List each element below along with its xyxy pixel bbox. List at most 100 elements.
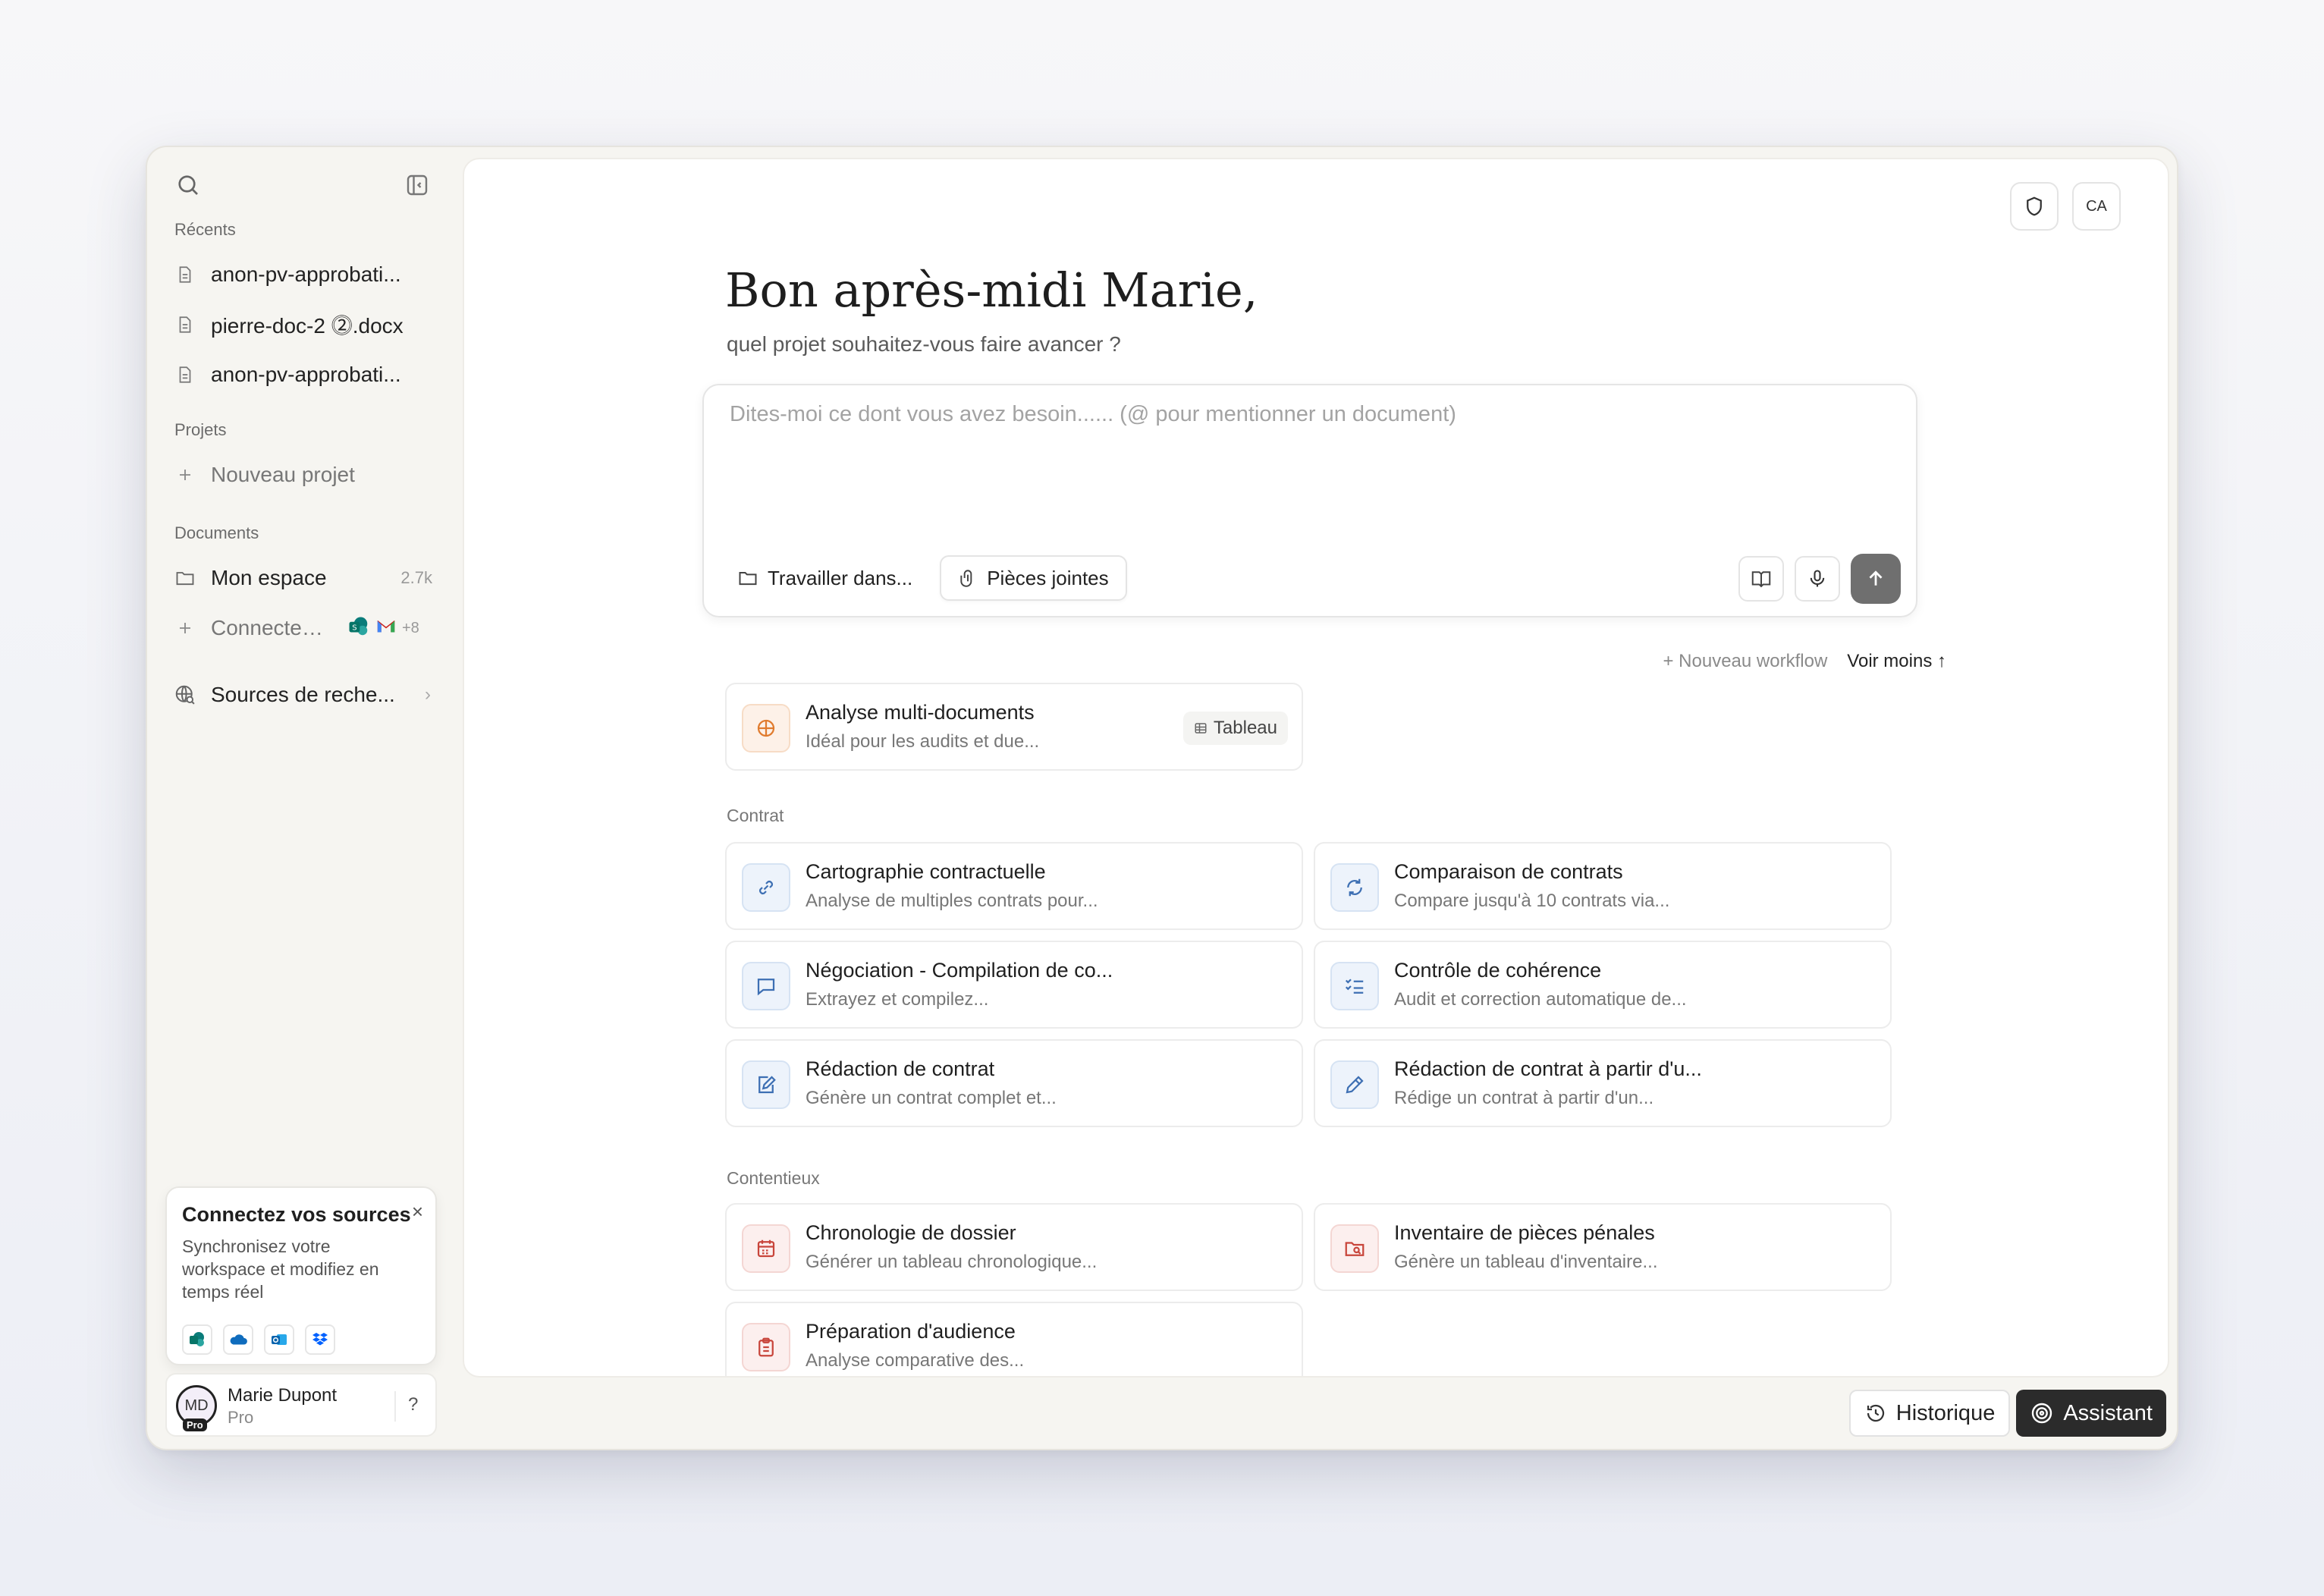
user-profile[interactable]: MD Pro Marie Dupont Pro ? (165, 1373, 437, 1437)
workflow-desc: Analyse de multiples contrats pour... (806, 891, 1098, 911)
onedrive-icon[interactable] (223, 1324, 253, 1355)
gmail-icon (375, 615, 397, 642)
recent-item[interactable]: anon-pv-approbati... (165, 353, 440, 396)
paperclip-icon (960, 570, 972, 587)
new-project-label: Nouveau projet (211, 463, 355, 486)
main-panel: CA Bon après-midi Marie, quel projet sou… (463, 158, 2169, 1378)
message-icon (742, 962, 790, 1010)
connect-sources-item[interactable]: Connecter ... S +8 (165, 607, 440, 649)
workflow-card[interactable]: Cartographie contractuelle Analyse de mu… (725, 842, 1303, 930)
workflow-card[interactable]: Chronologie de dossier Générer un tablea… (725, 1203, 1303, 1291)
workflow-title: Inventaire de pièces pénales (1394, 1221, 1655, 1244)
link-icon (742, 863, 790, 912)
recent-item-label: pierre-doc-2 ⓶.docx (211, 314, 404, 338)
workflow-title: Négociation - Compilation de co... (806, 959, 1113, 982)
show-less-button[interactable]: Voir moins ↑ (1847, 651, 1946, 672)
sharepoint-icon[interactable] (182, 1324, 212, 1355)
plan-badge: Pro (183, 1418, 207, 1431)
workflow-card[interactable]: Rédaction de contrat à partir d'u... Réd… (1314, 1039, 1892, 1127)
collapse-sidebar-icon[interactable] (404, 171, 431, 199)
clipboard-icon (742, 1323, 790, 1371)
workflow-desc: Génère un tableau d'inventaire... (1394, 1252, 1658, 1272)
research-sources-label: Sources de reche... (211, 683, 395, 706)
plus-icon (173, 463, 197, 487)
close-icon[interactable]: × (412, 1200, 423, 1224)
promo-title: Connectez vos sources (182, 1203, 411, 1226)
workflow-card[interactable]: Comparaison de contrats Compare jusqu'à … (1314, 842, 1892, 930)
workflow-desc: Compare jusqu'à 10 contrats via... (1394, 891, 1670, 911)
arrow-up-icon (1869, 570, 1883, 586)
workflow-title: Préparation d'audience (806, 1320, 1016, 1343)
prompt-input[interactable]: Dites-moi ce dont vous avez besoin......… (730, 402, 1456, 427)
workflow-card-multi-documents[interactable]: Analyse multi-documents Idéal pour les a… (725, 683, 1303, 771)
file-icon (173, 262, 197, 287)
microphone-icon (1810, 570, 1825, 587)
workflow-desc: Analyse comparative des... (806, 1350, 1025, 1371)
folder-icon (173, 566, 197, 590)
refresh-icon (1330, 863, 1379, 912)
workflow-desc: Génère un contrat complet et... (806, 1088, 1057, 1108)
workflow-title: Analyse multi-documents (806, 701, 1035, 724)
workflow-card[interactable]: Rédaction de contrat Génère un contrat c… (725, 1039, 1303, 1127)
more-connectors-count: +8 (402, 619, 419, 636)
chevron-right-icon: › (425, 684, 431, 705)
user-name: Marie Dupont (228, 1385, 338, 1406)
workflow-card[interactable]: Négociation - Compilation de co... Extra… (725, 941, 1303, 1029)
new-workflow-button[interactable]: + Nouveau workflow (1663, 651, 1828, 672)
attachments-button[interactable]: Pièces jointes (940, 555, 1127, 601)
history-button[interactable]: Historique (1848, 1390, 2011, 1437)
globe-search-icon (173, 683, 197, 707)
recent-item-label: anon-pv-approbati... (211, 262, 401, 286)
folder-icon (739, 572, 757, 586)
plus-icon (173, 616, 197, 640)
workflow-title: Rédaction de contrat à partir d'u... (1394, 1057, 1702, 1080)
dropbox-icon[interactable] (305, 1324, 335, 1355)
shield-icon (2027, 196, 2042, 216)
recent-item[interactable]: anon-pv-approbati... (165, 253, 440, 296)
new-project-button[interactable]: Nouveau projet (165, 454, 440, 496)
workflow-title: Comparaison de contrats (1394, 860, 1623, 883)
app-window: Récents anon-pv-approbati... pierre-doc-… (146, 146, 2178, 1450)
assistant-button[interactable]: Assistant (2016, 1390, 2166, 1437)
file-icon (173, 313, 197, 337)
sidebar: Récents anon-pv-approbati... pierre-doc-… (147, 147, 455, 1449)
divider (394, 1391, 396, 1422)
outlook-icon[interactable] (264, 1324, 294, 1355)
microphone-button[interactable] (1795, 556, 1840, 602)
document-edit-icon (742, 1060, 790, 1109)
file-icon (173, 363, 197, 387)
my-space-size: 2.7k (400, 568, 432, 587)
prompt-composer[interactable]: Dites-moi ce dont vous avez besoin......… (702, 384, 1917, 617)
search-icon[interactable] (174, 171, 202, 199)
workflow-card[interactable]: Inventaire de pièces pénales Génère un t… (1314, 1203, 1892, 1291)
promo-text: Synchronisez votre workspace et modifiez… (182, 1236, 379, 1302)
category-contract-label: Contrat (727, 806, 784, 825)
workflow-title: Rédaction de contrat (806, 1057, 995, 1080)
work-in-button[interactable]: Travailler dans... (721, 555, 929, 601)
workflow-desc: Rédige un contrat à partir d'un... (1394, 1088, 1654, 1108)
connect-label: Connecter ... (211, 616, 325, 639)
help-button[interactable]: ? (408, 1394, 418, 1415)
workflow-card[interactable]: Préparation d'audience Analyse comparati… (725, 1302, 1303, 1376)
recent-item-label: anon-pv-approbati... (211, 363, 401, 386)
workflow-desc: Idéal pour les audits et due... (806, 731, 1040, 752)
recent-item[interactable]: pierre-doc-2 ⓶.docx (165, 303, 440, 346)
research-sources-item[interactable]: Sources de reche... › (165, 674, 440, 716)
book-icon (1751, 571, 1771, 588)
workflow-desc: Extrayez et compilez... (806, 989, 989, 1010)
my-space-item[interactable]: Mon espace 2.7k (165, 557, 440, 599)
calendar-icon (742, 1224, 790, 1273)
workflow-desc: Générer un tableau chronologique... (806, 1252, 1098, 1272)
connect-sources-card: Connectez vos sources × Synchronisez vot… (165, 1186, 437, 1365)
send-button[interactable] (1851, 554, 1901, 604)
account-button[interactable]: CA (2072, 182, 2121, 231)
table-tag: Tableau (1182, 712, 1288, 745)
workflow-card[interactable]: Contrôle de cohérence Audit et correctio… (1314, 941, 1892, 1029)
folder-search-icon (1330, 1224, 1379, 1273)
workflow-title: Cartographie contractuelle (806, 860, 1046, 883)
shield-button[interactable] (2010, 182, 2059, 231)
library-button[interactable] (1738, 556, 1784, 602)
workflow-title: Contrôle de cohérence (1394, 959, 1602, 982)
sharepoint-icon: S (347, 615, 370, 642)
checklist-icon (1330, 962, 1379, 1010)
